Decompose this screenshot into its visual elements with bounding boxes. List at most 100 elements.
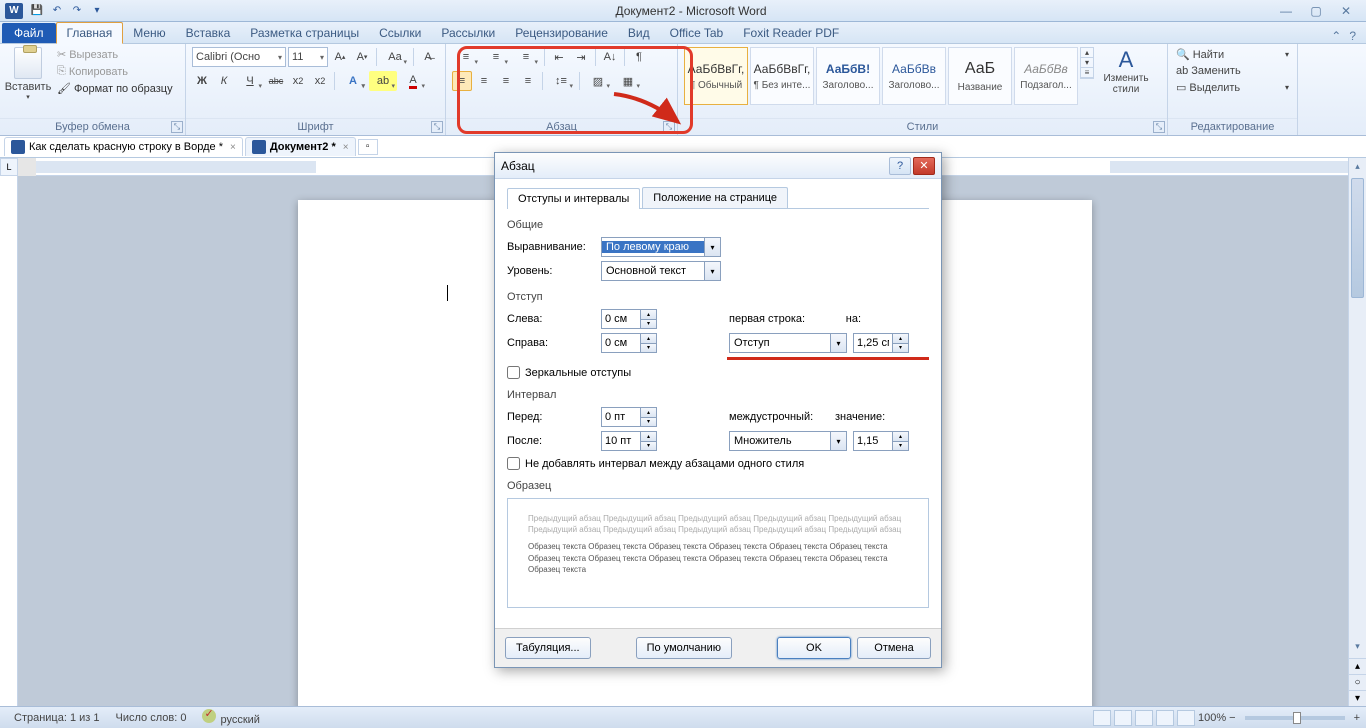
style-subtitle[interactable]: АаБбВвПодзагол... xyxy=(1014,47,1078,105)
zoom-level[interactable]: 100% xyxy=(1198,712,1226,724)
font-size-combo[interactable]: 11▾ xyxy=(288,47,328,67)
view-draft-icon[interactable] xyxy=(1177,710,1195,726)
shading-icon[interactable]: ▨ xyxy=(584,71,612,91)
font-name-combo[interactable]: Calibri (Осно▾ xyxy=(192,47,286,67)
qat-undo-icon[interactable]: ↶ xyxy=(48,3,66,19)
subscript-button[interactable]: x2 xyxy=(288,71,308,91)
change-styles-button[interactable]: A Изменить стили xyxy=(1098,47,1154,95)
prev-page-icon[interactable]: ▴ xyxy=(1349,658,1366,674)
spacing-after-spinner[interactable]: ▴▾ xyxy=(601,431,657,451)
tab-references[interactable]: Ссылки xyxy=(369,23,431,43)
spacing-before-spinner[interactable]: ▴▾ xyxy=(601,407,657,427)
justify-icon[interactable]: ≡ xyxy=(518,71,538,91)
zoom-out-icon[interactable]: − xyxy=(1229,712,1235,724)
tab-line-page-breaks[interactable]: Положение на странице xyxy=(642,187,788,208)
view-web-icon[interactable] xyxy=(1135,710,1153,726)
set-default-button[interactable]: По умолчанию xyxy=(636,637,732,659)
find-button[interactable]: 🔍Найти▾ xyxy=(1174,47,1291,62)
alignment-combo[interactable]: По левому краю▾ xyxy=(601,237,721,257)
cut-button[interactable]: ✂Вырезать xyxy=(54,47,176,62)
tab-mailings[interactable]: Рассылки xyxy=(431,23,505,43)
status-words[interactable]: Число слов: 0 xyxy=(108,712,195,724)
line-spacing-combo[interactable]: Множитель▾ xyxy=(729,431,847,451)
format-painter-button[interactable]: 🖌Формат по образцу xyxy=(54,81,176,96)
next-page-icon[interactable]: ▾ xyxy=(1349,690,1366,706)
style-title[interactable]: АаБНазвание xyxy=(948,47,1012,105)
tab-foxit[interactable]: Foxit Reader PDF xyxy=(733,23,849,43)
bold-button[interactable]: Ж xyxy=(192,71,212,91)
ribbon-minimize-icon[interactable]: ⌃ xyxy=(1331,29,1341,43)
shrink-font-icon[interactable]: A▾ xyxy=(352,47,372,67)
tabs-button[interactable]: Табуляция... xyxy=(505,637,591,659)
tab-office-tab[interactable]: Office Tab xyxy=(660,23,734,43)
font-launcher-icon[interactable]: ⤡ xyxy=(431,121,443,133)
qat-save-icon[interactable]: 💾 xyxy=(28,3,46,19)
zoom-in-icon[interactable]: + xyxy=(1354,712,1360,724)
tab-home[interactable]: Главная xyxy=(56,22,124,44)
style-normal[interactable]: АаБбВвГг,¶ Обычный xyxy=(684,47,748,105)
numbering-icon[interactable]: ≡ xyxy=(482,47,510,67)
ruler-tab-selector[interactable]: L xyxy=(0,158,18,176)
tab-review[interactable]: Рецензирование xyxy=(505,23,618,43)
view-fullscreen-icon[interactable] xyxy=(1114,710,1132,726)
qat-customize-icon[interactable]: ▾ xyxy=(88,3,106,19)
vertical-ruler[interactable] xyxy=(0,176,18,706)
dialog-help-icon[interactable]: ? xyxy=(889,157,911,175)
line-spacing-icon[interactable]: ↕≡ xyxy=(547,71,575,91)
styles-more[interactable]: ▴▾≡ xyxy=(1080,47,1094,79)
zoom-slider[interactable] xyxy=(1245,716,1345,720)
indent-left-spinner[interactable]: ▴▾ xyxy=(601,309,657,329)
underline-button[interactable]: Ч xyxy=(236,71,264,91)
tab-file[interactable]: Файл xyxy=(2,23,56,43)
scroll-up-icon[interactable]: ▴ xyxy=(1349,158,1366,174)
outline-level-combo[interactable]: Основной текст▾ xyxy=(601,261,721,281)
replace-button[interactable]: abЗаменить xyxy=(1174,64,1291,78)
text-effects-icon[interactable]: A xyxy=(339,71,367,91)
mirror-indents-checkbox[interactable]: Зеркальные отступы xyxy=(507,366,929,379)
strike-button[interactable]: abc xyxy=(266,71,286,91)
new-tab-button[interactable]: ▫ xyxy=(358,139,378,155)
maximize-button[interactable]: ▢ xyxy=(1306,4,1326,18)
align-center-icon[interactable]: ≡ xyxy=(474,71,494,91)
ok-button[interactable]: OK xyxy=(777,637,851,659)
highlight-icon[interactable]: ab xyxy=(369,71,397,91)
scroll-thumb[interactable] xyxy=(1351,178,1364,298)
style-no-spacing[interactable]: АаБбВвГг,¶ Без инте... xyxy=(750,47,814,105)
sort-icon[interactable]: A↓ xyxy=(600,47,620,67)
close-tab-icon[interactable]: × xyxy=(230,142,236,153)
status-language[interactable]: русский xyxy=(194,709,267,726)
change-case-icon[interactable]: Aa xyxy=(381,47,409,67)
dialog-close-icon[interactable]: ✕ xyxy=(913,157,935,175)
style-heading1[interactable]: АаБбВ!Заголово... xyxy=(816,47,880,105)
superscript-button[interactable]: x2 xyxy=(310,71,330,91)
tab-menu[interactable]: Меню xyxy=(123,23,175,43)
copy-button[interactable]: ⎘Копировать xyxy=(54,64,176,79)
close-button[interactable]: ✕ xyxy=(1336,4,1356,18)
tab-insert[interactable]: Вставка xyxy=(176,23,241,43)
grow-font-icon[interactable]: A▴ xyxy=(330,47,350,67)
tab-view[interactable]: Вид xyxy=(618,23,660,43)
decrease-indent-icon[interactable]: ⇤ xyxy=(549,47,569,67)
view-print-layout-icon[interactable] xyxy=(1093,710,1111,726)
no-space-same-style-checkbox[interactable]: Не добавлять интервал между абзацами одн… xyxy=(507,457,929,470)
italic-button[interactable]: К xyxy=(214,71,234,91)
clipboard-launcher-icon[interactable]: ⤡ xyxy=(171,121,183,133)
show-marks-icon[interactable]: ¶ xyxy=(629,47,649,67)
browse-object-icon[interactable]: ○ xyxy=(1349,674,1366,690)
status-page[interactable]: Страница: 1 из 1 xyxy=(6,712,108,724)
font-color-icon[interactable]: A xyxy=(399,71,427,91)
align-right-icon[interactable]: ≡ xyxy=(496,71,516,91)
clear-format-icon[interactable]: A̶ xyxy=(418,47,438,67)
line-spacing-at-spinner[interactable]: ▴▾ xyxy=(853,431,909,451)
paste-button[interactable]: Вставить ▾ xyxy=(6,47,50,109)
borders-icon[interactable]: ▦ xyxy=(614,71,642,91)
qat-redo-icon[interactable]: ↷ xyxy=(68,3,86,19)
select-button[interactable]: ▭Выделить▾ xyxy=(1174,80,1291,95)
first-line-by-spinner[interactable]: ▴▾ xyxy=(853,333,909,353)
align-left-icon[interactable]: ≡ xyxy=(452,71,472,91)
increase-indent-icon[interactable]: ⇥ xyxy=(571,47,591,67)
multilevel-icon[interactable]: ≡ xyxy=(512,47,540,67)
minimize-button[interactable]: — xyxy=(1276,4,1296,18)
bullets-icon[interactable]: ≡ xyxy=(452,47,480,67)
indent-right-spinner[interactable]: ▴▾ xyxy=(601,333,657,353)
